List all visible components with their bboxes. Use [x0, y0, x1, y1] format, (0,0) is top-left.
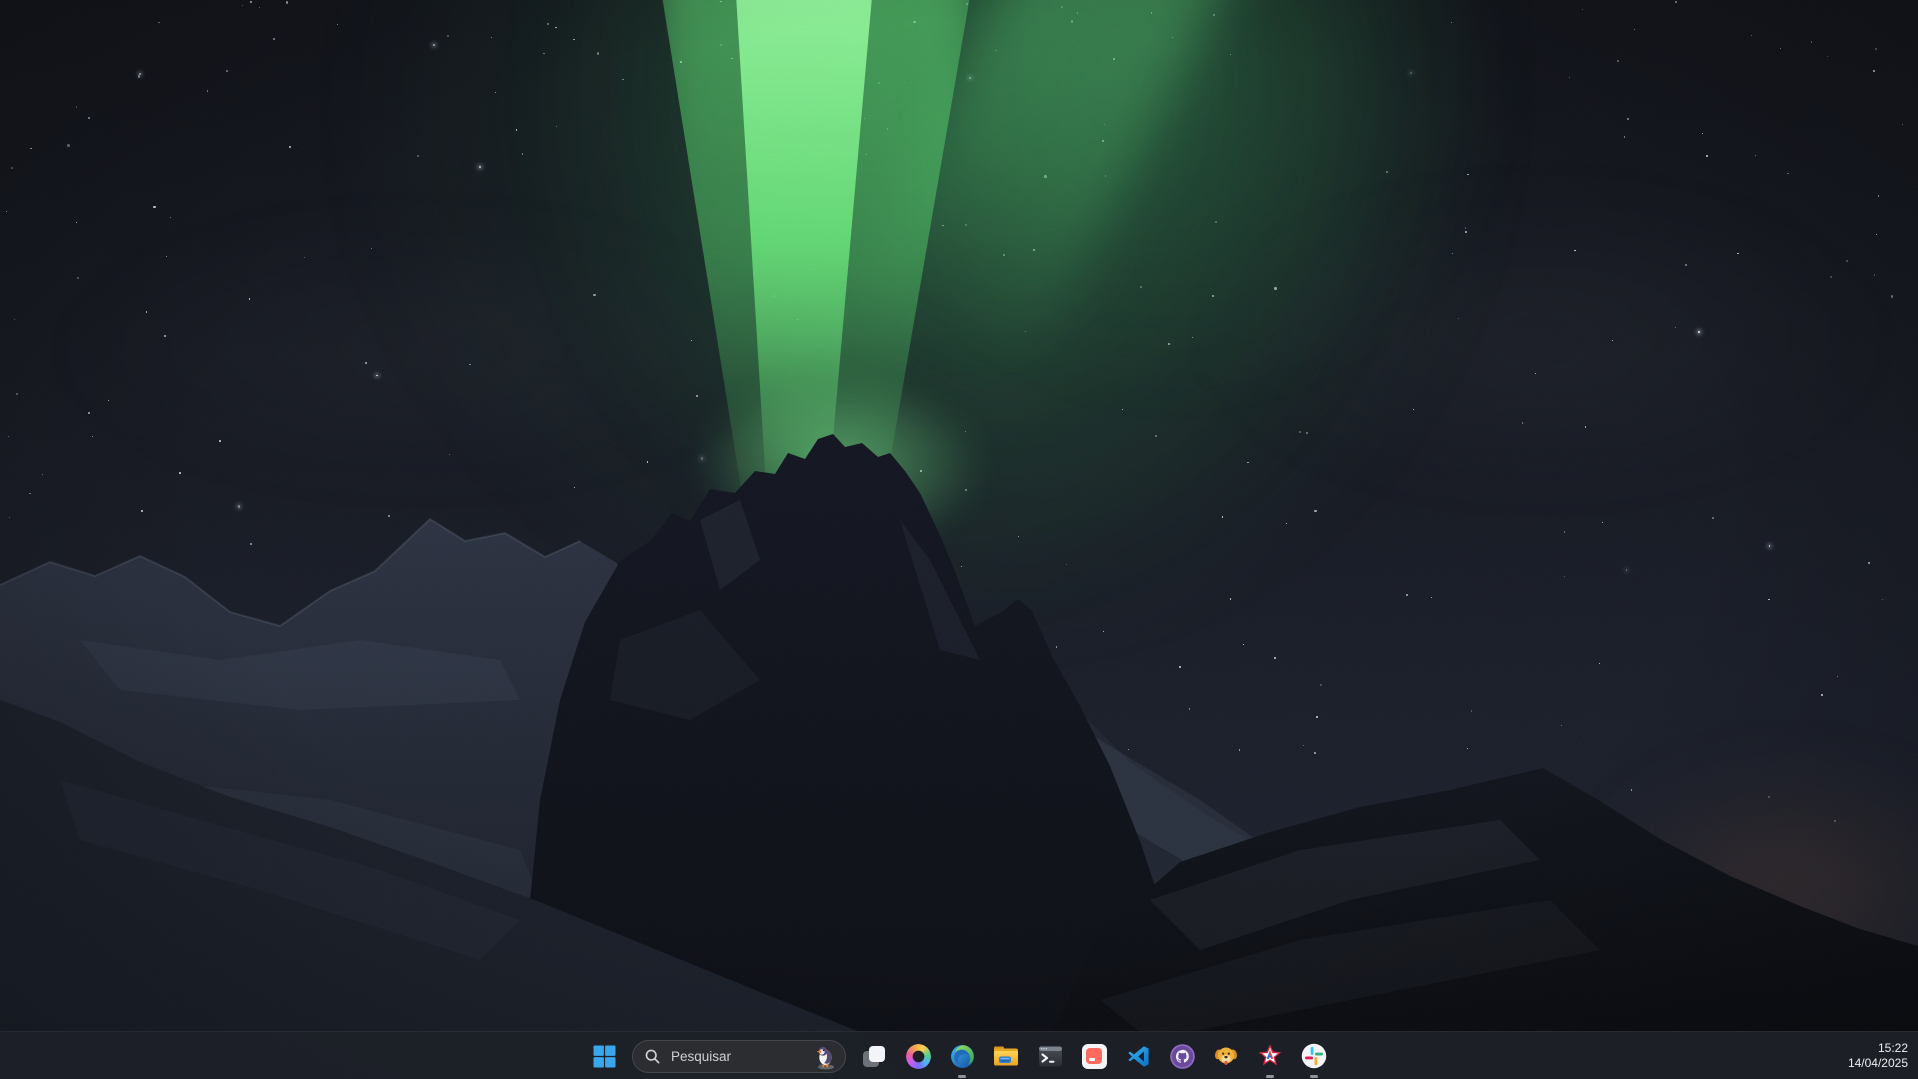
search-input[interactable]	[669, 1048, 805, 1065]
taskbar-apps	[852, 1032, 1336, 1079]
taskbar-app-file-explorer[interactable]	[984, 1032, 1028, 1079]
github-icon	[1170, 1044, 1195, 1069]
puffin-bird-icon	[813, 1043, 839, 1070]
start-button[interactable]	[582, 1032, 626, 1079]
star-a-icon	[1257, 1043, 1283, 1069]
terminal-icon	[1038, 1044, 1063, 1069]
running-indicator	[958, 1075, 966, 1078]
desktop[interactable]: 15:22 14/04/2025	[0, 0, 1918, 1079]
search-box[interactable]	[632, 1040, 846, 1073]
task-view-icon	[862, 1044, 887, 1069]
taskbar-app-vscode[interactable]	[1116, 1032, 1160, 1079]
taskbar-app-slack[interactable]	[1292, 1032, 1336, 1079]
clock[interactable]: 15:22 14/04/2025	[1848, 1041, 1908, 1071]
search-icon	[644, 1048, 661, 1065]
taskbar-app-raycast[interactable]	[1072, 1032, 1116, 1079]
file-explorer-icon	[993, 1045, 1019, 1068]
taskbar-app-task-view[interactable]	[852, 1032, 896, 1079]
taskbar-app-edge[interactable]	[940, 1032, 984, 1079]
taskbar-app-terminal[interactable]	[1028, 1032, 1072, 1079]
taskbar-app-dog-app[interactable]	[1204, 1032, 1248, 1079]
red-square-app-icon	[1082, 1044, 1107, 1069]
vscode-icon	[1126, 1044, 1151, 1069]
mountains-silhouette	[0, 0, 1918, 1079]
running-indicator	[1310, 1075, 1318, 1078]
running-indicator	[1266, 1075, 1274, 1078]
edge-icon	[950, 1044, 975, 1069]
slack-icon	[1301, 1043, 1327, 1069]
windows-start-icon	[593, 1045, 616, 1068]
taskbar-center-group	[582, 1032, 1336, 1079]
copilot-icon	[906, 1044, 931, 1069]
taskbar-app-star-a-app[interactable]	[1248, 1032, 1292, 1079]
taskbar: 15:22 14/04/2025	[0, 1031, 1918, 1079]
dog-face-icon	[1213, 1043, 1239, 1069]
clock-time: 15:22	[1848, 1041, 1908, 1056]
taskbar-app-copilot[interactable]	[896, 1032, 940, 1079]
taskbar-app-github-desktop[interactable]	[1160, 1032, 1204, 1079]
clock-date: 14/04/2025	[1848, 1056, 1908, 1071]
